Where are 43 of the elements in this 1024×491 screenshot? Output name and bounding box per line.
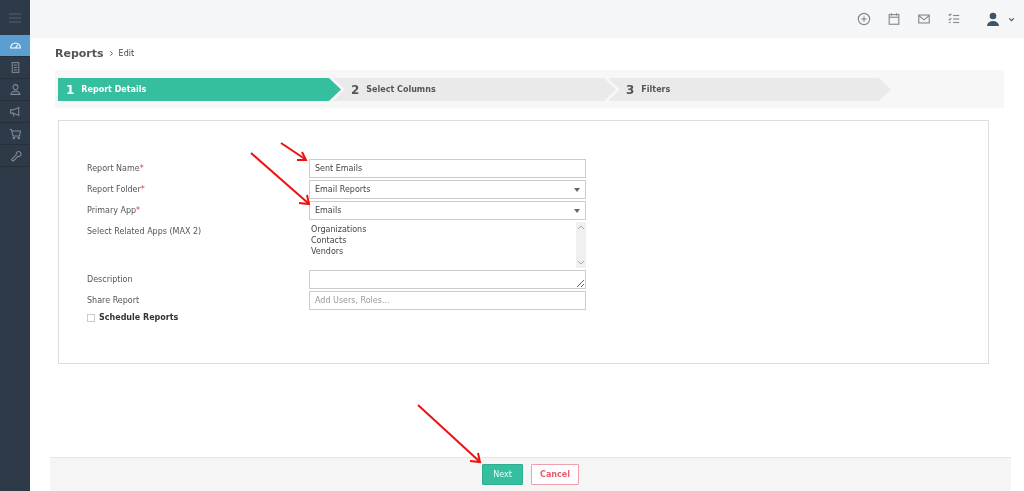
speedometer-icon <box>8 39 22 52</box>
field-label: Select Related Apps (MAX 2) <box>87 226 203 238</box>
page-title: Reports <box>55 46 104 60</box>
field-label: Report Folder* <box>87 184 146 196</box>
megaphone-icon <box>8 105 22 118</box>
input-field[interactable]: Add Users, Roles... <box>309 291 586 310</box>
dropdown-value: Emails <box>315 206 342 215</box>
list-box[interactable]: Organizations Contacts Vendors <box>309 222 586 268</box>
cart-icon <box>8 127 22 140</box>
scroll-up-icon[interactable] <box>577 225 585 230</box>
required-mark: * <box>139 164 144 173</box>
wrench-icon <box>8 149 22 162</box>
dropdown-value: Email Reports <box>315 185 371 194</box>
mail-icon[interactable] <box>917 12 931 26</box>
list-option[interactable]: Contacts <box>311 235 367 246</box>
sidebar-item[interactable] <box>0 35 30 57</box>
dropdown[interactable]: Emails <box>309 201 586 220</box>
required-mark: * <box>136 206 141 215</box>
user-avatar-icon[interactable] <box>985 11 1001 27</box>
calendar-icon[interactable] <box>887 12 901 26</box>
scrollbar[interactable] <box>576 222 586 268</box>
input-field[interactable]: Sent Emails <box>309 159 586 178</box>
scroll-down-icon[interactable] <box>577 260 585 265</box>
arrow <box>417 404 482 464</box>
wizard-step[interactable]: 2 Select Columns <box>333 78 616 101</box>
wizard-step[interactable]: 3 Filters <box>608 78 891 101</box>
list-option[interactable]: Vendors <box>311 246 367 257</box>
checkbox-label: Schedule Reports <box>99 313 179 322</box>
dropdown-arrow-icon <box>574 187 580 192</box>
field-label: Report Name* <box>87 163 145 175</box>
checklist-icon[interactable] <box>947 12 961 26</box>
dropdown-arrow-icon <box>574 208 580 213</box>
breadcrumb-current: Edit <box>118 48 135 58</box>
checkbox[interactable] <box>87 313 95 322</box>
field-label: Primary App* <box>87 205 142 217</box>
add-icon[interactable] <box>857 12 871 26</box>
field-label: Share Report <box>87 295 141 307</box>
field-label: Description <box>87 274 134 286</box>
list-option[interactable]: Organizations <box>311 224 367 235</box>
required-mark: * <box>140 185 145 194</box>
chevron-icon <box>107 49 115 57</box>
dropdown[interactable]: Email Reports <box>309 180 586 199</box>
person-icon <box>8 83 22 96</box>
